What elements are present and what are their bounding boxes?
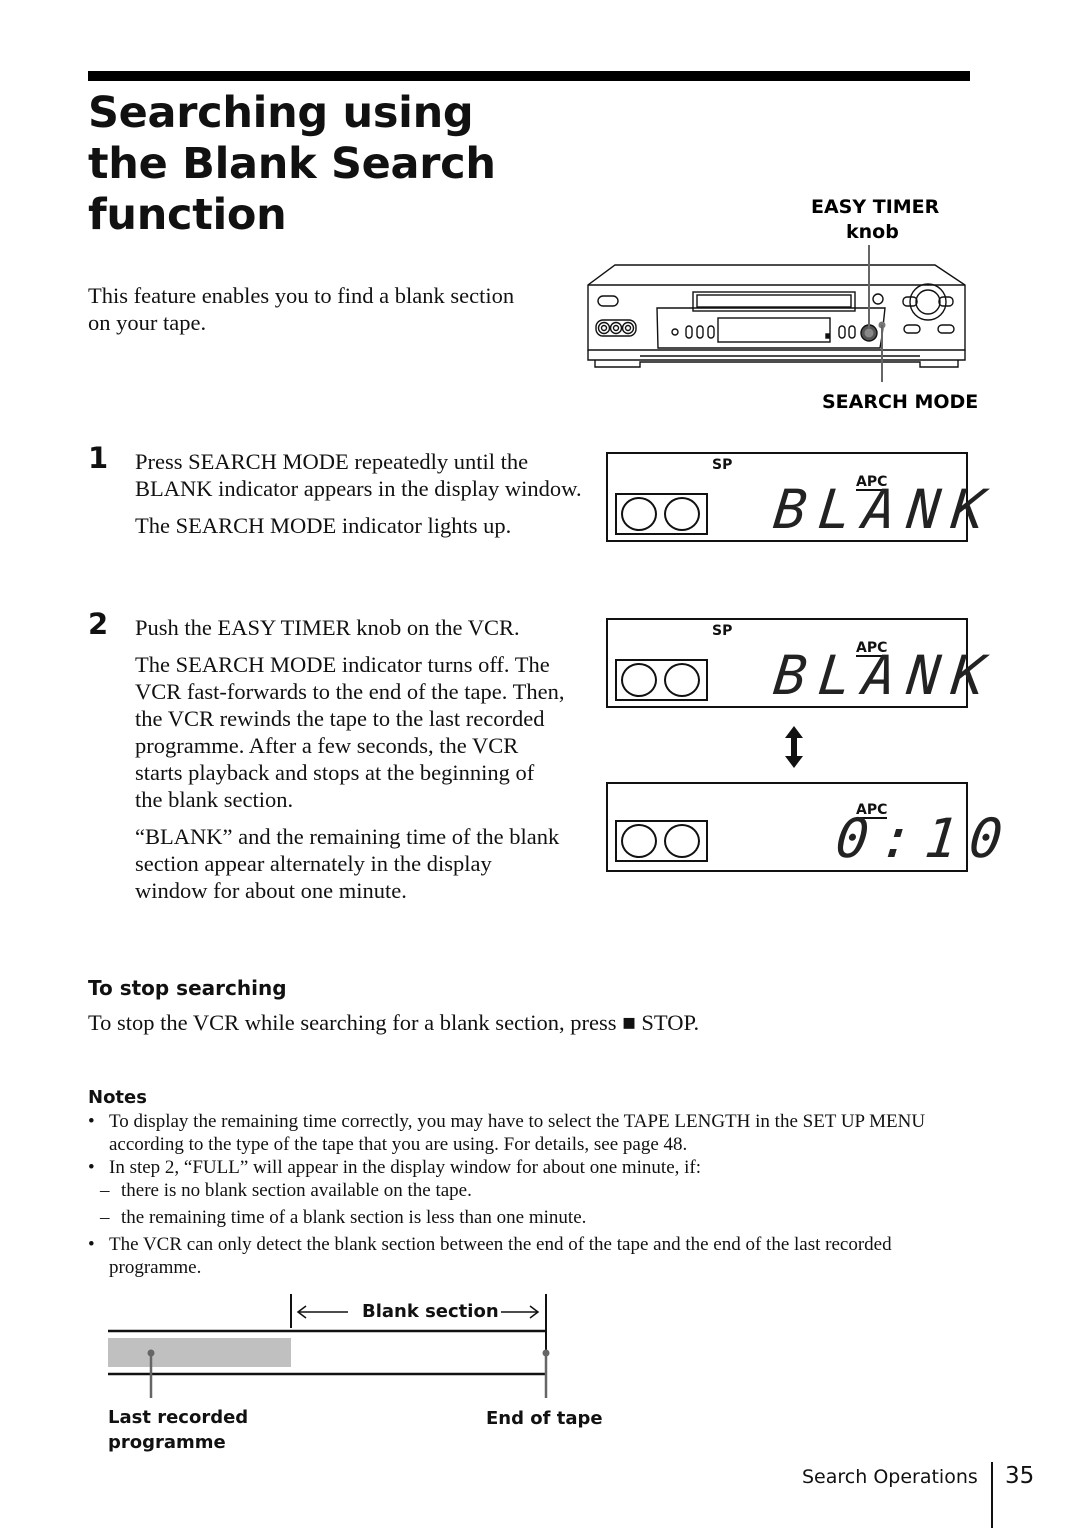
segment-readout: BLANK [770, 644, 1000, 707]
footer-divider [991, 1462, 993, 1528]
end-of-tape-dot [542, 1349, 550, 1357]
page-number: 35 [1005, 1463, 1035, 1489]
step-paragraph: The SEARCH MODE indicator lights up. [135, 513, 512, 538]
note-item: • In step 2, “FULL” will appear in the d… [88, 1156, 968, 1179]
title-line: function [88, 190, 287, 240]
notes-list: • To display the remaining time correctl… [88, 1110, 968, 1279]
stop-instruction: To stop the VCR while searching for a bl… [88, 1010, 699, 1036]
alternate-arrow-icon [785, 726, 803, 768]
stop-icon: ■ [622, 1010, 636, 1035]
note-sub-text: the remaining time of a blank section is… [121, 1207, 587, 1228]
intro-text: This feature enables you to find a blank… [88, 283, 515, 335]
step-paragraph: Push the EASY TIMER knob on the VCR. [135, 615, 520, 640]
stop-heading: To stop searching [88, 976, 287, 1000]
display-window-time: APC 0:10 [606, 782, 1017, 872]
sp-indicator: SP [712, 623, 733, 639]
last-recorded-dot [147, 1349, 155, 1357]
step-paragraph: “BLANK” and the remaining time of the bl… [135, 824, 560, 903]
vcr-illustration [587, 245, 966, 382]
title-rule [88, 71, 970, 81]
display-window-blank-2: SP APC BLANK [606, 618, 1000, 708]
bullet-icon: • [88, 1111, 95, 1132]
note-sub-item: – the remaining time of a blank section … [88, 1206, 968, 1229]
tape-reels-icon [615, 493, 708, 535]
title-line: Searching using [88, 88, 474, 138]
sp-indicator: SP [712, 457, 733, 473]
note-text: In step 2, “FULL” will appear in the dis… [109, 1157, 702, 1178]
last-recorded-label: Last recorded programme [108, 1405, 248, 1455]
note-text: To display the remaining time correctly,… [109, 1111, 926, 1155]
segment-readout: 0:10 [832, 807, 1018, 870]
stop-text-after: STOP. [635, 1010, 700, 1035]
title-line: the Blank Search [88, 139, 496, 189]
step-paragraph: The SEARCH MODE indicator turns off. The… [135, 652, 565, 812]
note-text: The VCR can only detect the blank sectio… [109, 1234, 892, 1278]
step-number: 2 [88, 607, 109, 641]
bullet-icon: • [88, 1234, 95, 1255]
dash-icon: – [100, 1207, 110, 1228]
note-item: • To display the remaining time correctl… [88, 1110, 968, 1156]
note-sub-text: there is no blank section available on t… [121, 1180, 472, 1201]
bullet-icon: • [88, 1157, 95, 1178]
step-2-body: Push the EASY TIMER knob on the VCR. The… [135, 614, 565, 914]
page-title: Searching using the Blank Search functio… [88, 88, 496, 241]
footer-section-title: Search Operations [802, 1466, 978, 1488]
recorded-section-bar [108, 1338, 291, 1367]
tape-reels-icon [615, 820, 708, 862]
dash-icon: – [100, 1180, 110, 1201]
notes-heading: Notes [88, 1087, 147, 1108]
tape-reels-icon [615, 659, 708, 701]
step-1-body: Press SEARCH MODE repeatedly until the B… [135, 448, 585, 549]
search-mode-label: SEARCH MODE [822, 391, 979, 413]
note-sub-item: – there is no blank section available on… [88, 1179, 968, 1202]
blank-section-label: Blank section [360, 1301, 501, 1322]
stop-text-before: To stop the VCR while searching for a bl… [88, 1010, 623, 1035]
last-recorded-line: Last recorded [108, 1407, 249, 1428]
display-window-blank-1: SP APC BLANK [606, 452, 1000, 542]
segment-readout: BLANK [770, 478, 1000, 541]
step-number: 1 [88, 441, 109, 475]
end-of-tape-label: End of tape [486, 1408, 603, 1429]
easy-timer-label: EASY TIMER [811, 196, 940, 218]
step-paragraph: Press SEARCH MODE repeatedly until the B… [135, 449, 582, 501]
last-recorded-line: programme [108, 1432, 226, 1453]
note-item: • The VCR can only detect the blank sect… [88, 1233, 968, 1279]
